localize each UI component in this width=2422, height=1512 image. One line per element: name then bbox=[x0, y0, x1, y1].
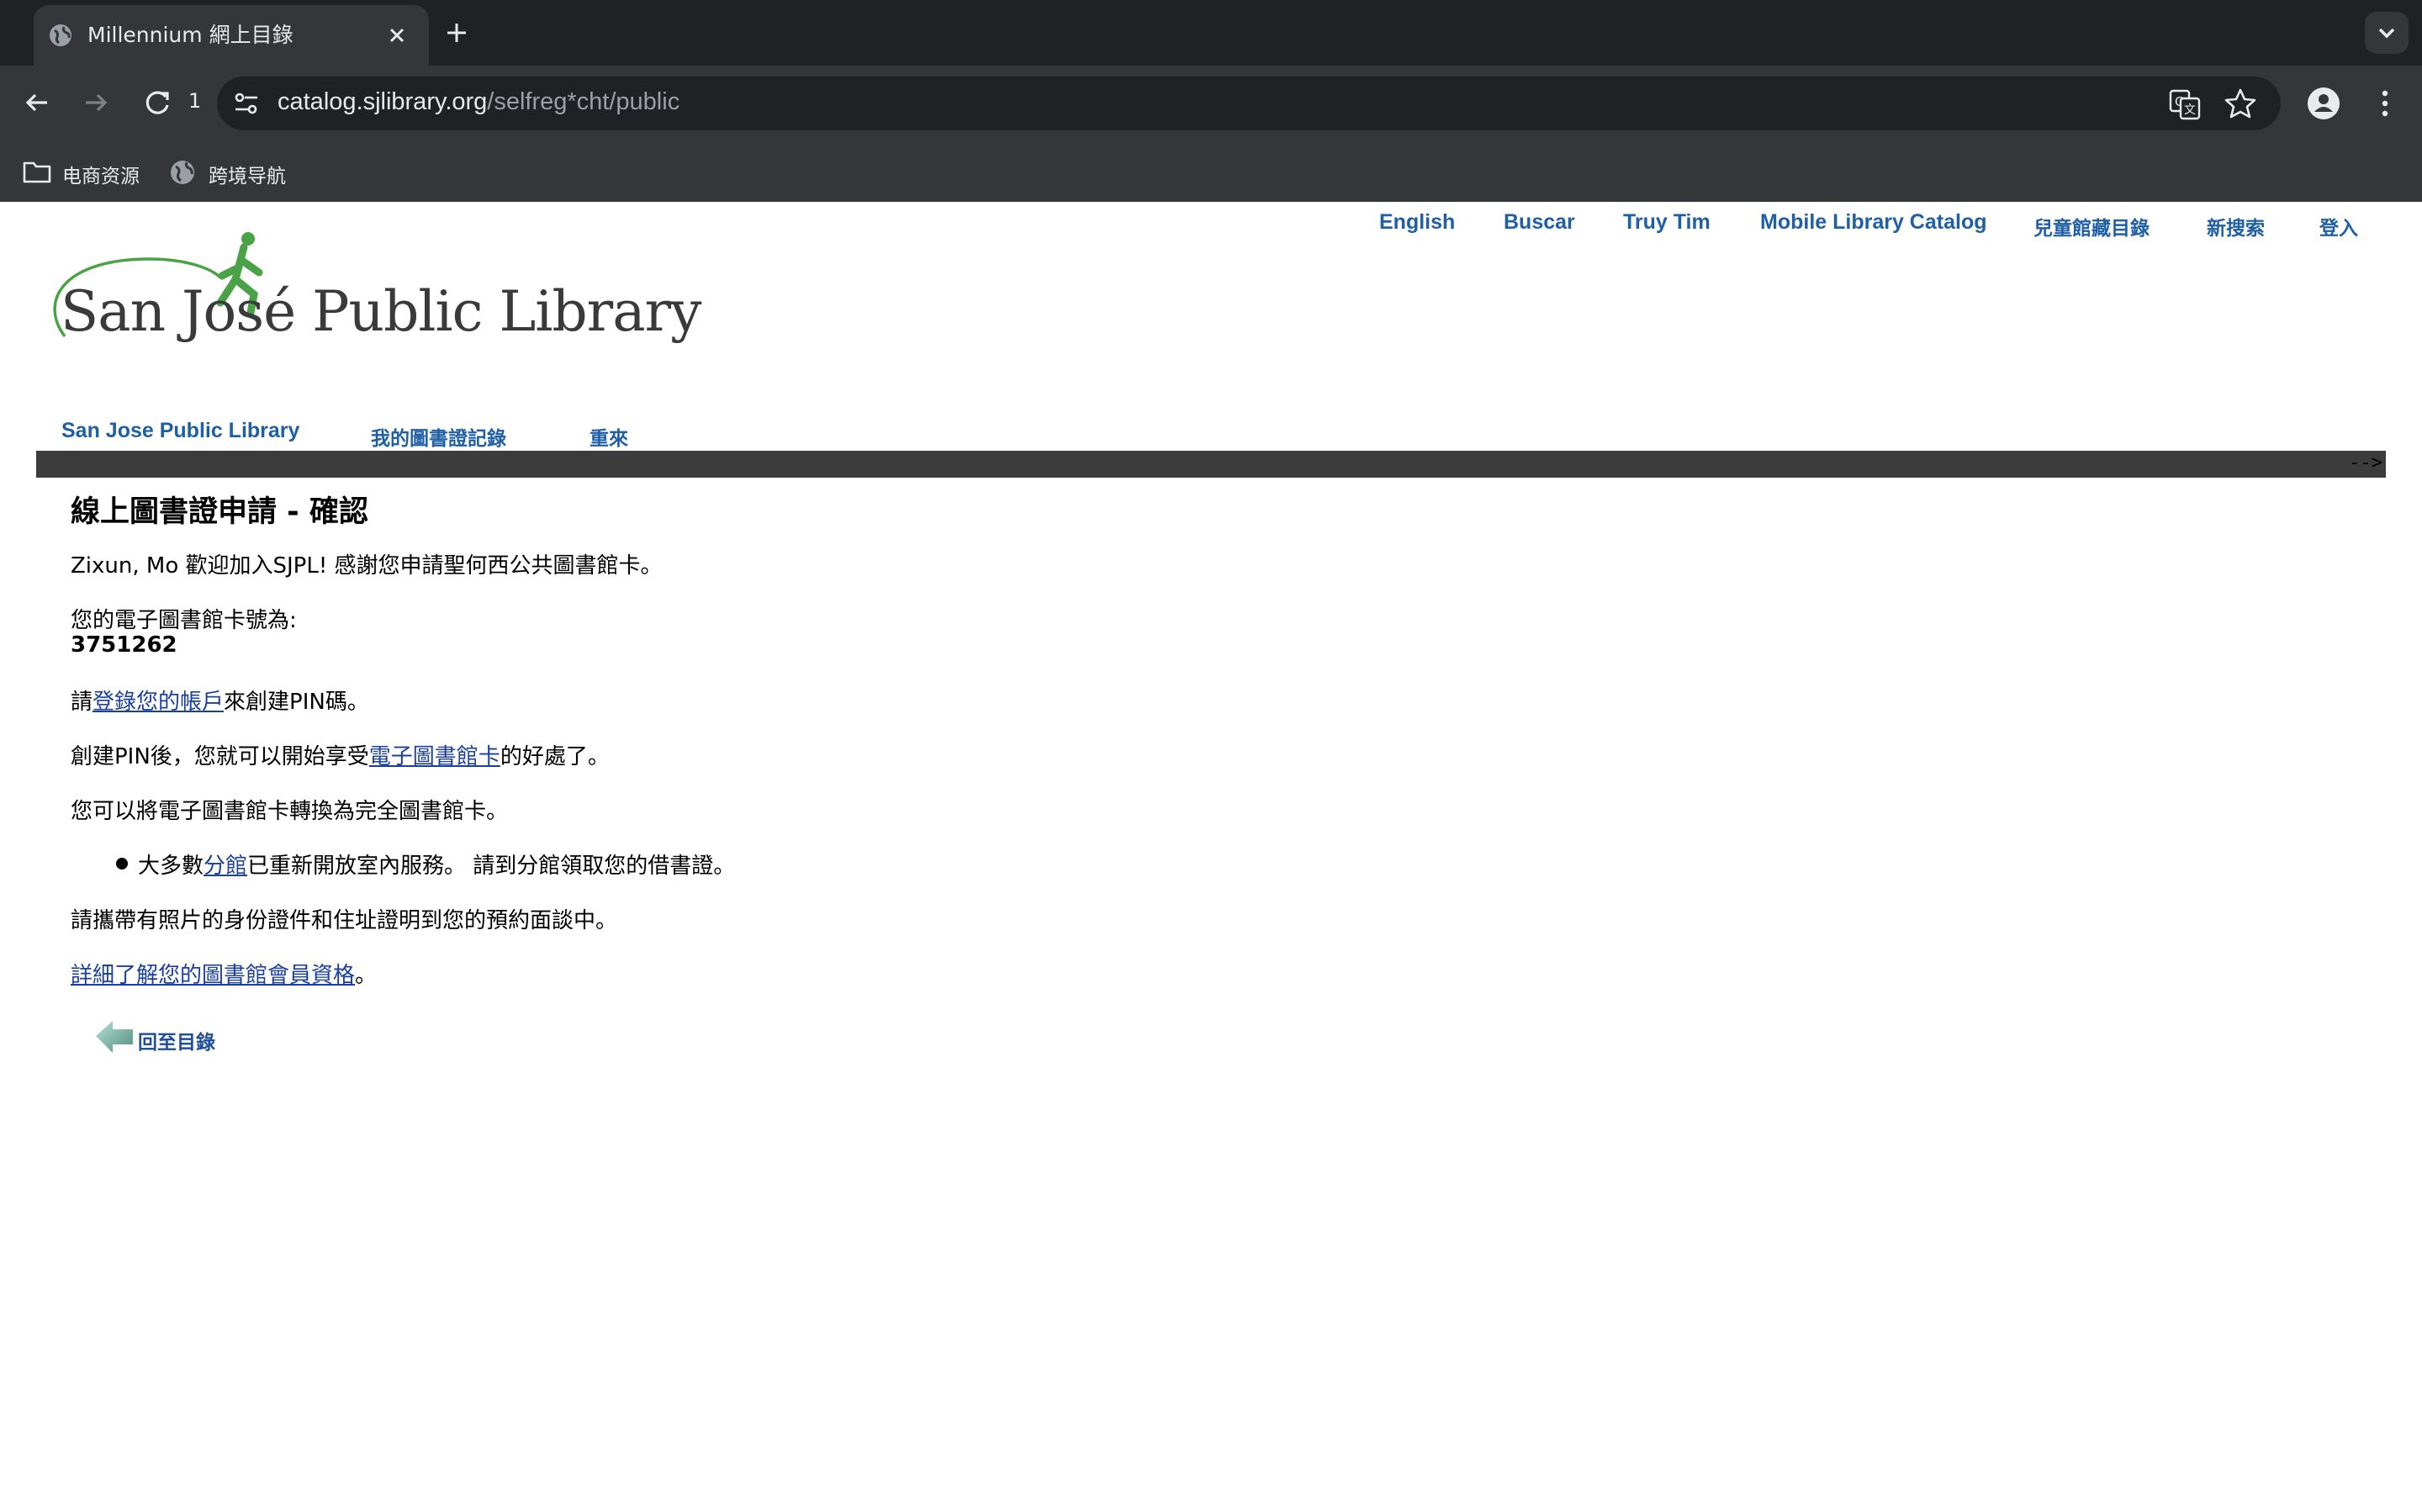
nav-divider-bar: --> bbox=[36, 451, 2386, 478]
bullet-post: 已重新開放室內服務。 請到分館領取您的借書證。 bbox=[247, 854, 736, 879]
login-account-link[interactable]: 登錄您的帳戶 bbox=[93, 690, 224, 715]
bring-docs-text: 請攜帶有照片的身份證件和住址證明到您的預約面談中。 bbox=[71, 908, 618, 933]
nav-link-start-over[interactable]: 重來 bbox=[590, 422, 628, 451]
svg-text:文: 文 bbox=[2184, 103, 2196, 117]
logo-text: San José Public Library bbox=[61, 279, 701, 344]
new-tab-plus-icon[interactable] bbox=[439, 15, 474, 50]
url-host: catalog.sjlibrary.org bbox=[278, 88, 488, 115]
close-icon[interactable] bbox=[380, 19, 414, 52]
top-link-buscar[interactable]: Buscar bbox=[1504, 210, 1575, 235]
tab-search-button[interactable] bbox=[2365, 12, 2409, 54]
bookmark-item-kuajing[interactable]: 跨境导航 bbox=[168, 156, 311, 188]
tab-strip: Millennium 網上目錄 bbox=[0, 0, 2422, 66]
bookmarks-bar: 电商资源 跨境导航 bbox=[0, 141, 2422, 202]
pin-post: 來創建PIN碼。 bbox=[224, 690, 369, 715]
pin-pre: 請 bbox=[71, 690, 93, 715]
top-link-new-search[interactable]: 新搜索 bbox=[2207, 212, 2265, 241]
globe-icon bbox=[50, 24, 71, 46]
page-title: 線上圖書證申請 - 確認 bbox=[71, 495, 368, 529]
folder-icon bbox=[23, 161, 51, 183]
ecard-link[interactable]: 電子圖書館卡 bbox=[369, 744, 500, 769]
bullet-dot bbox=[116, 858, 128, 870]
nav-link-sjpl[interactable]: San Jose Public Library bbox=[61, 419, 299, 443]
top-link-childrens-catalog[interactable]: 兒童館藏目錄 bbox=[2033, 212, 2150, 241]
browser-tab[interactable]: Millennium 網上目錄 bbox=[34, 5, 429, 66]
learn-more-text: 詳細了解您的圖書館會員資格。 bbox=[71, 958, 377, 989]
card-number: 3751262 bbox=[71, 632, 177, 658]
browser-toolbar: 1 catalog.sjlibrary.org/selfreg*cht/publ… bbox=[0, 66, 2422, 141]
bar-marker: --> bbox=[2349, 452, 2382, 473]
back-arrow-icon bbox=[96, 1021, 133, 1053]
tab-title: Millennium 網上目錄 bbox=[87, 23, 293, 47]
convert-text: 您可以將電子圖書館卡轉換為完全圖書館卡。 bbox=[71, 799, 509, 824]
sjpl-logo[interactable]: San José Public Library bbox=[44, 227, 701, 370]
card-label: 您的電子圖書館卡號為: bbox=[71, 608, 297, 633]
enjoy-pre: 創建PIN後，您就可以開始享受 bbox=[71, 744, 369, 769]
reload-count: 1 bbox=[188, 89, 202, 113]
learn-more-post: 。 bbox=[355, 963, 378, 988]
nav-link-my-record[interactable]: 我的圖書證記錄 bbox=[371, 422, 506, 451]
membership-link[interactable]: 詳細了解您的圖書館會員資格 bbox=[71, 963, 355, 988]
translate-icon[interactable]: G 文 bbox=[2168, 88, 2202, 120]
url-path: /selfreg*cht/public bbox=[487, 88, 680, 115]
branches-link[interactable]: 分館 bbox=[204, 854, 247, 879]
back-arrow-icon[interactable] bbox=[17, 82, 57, 123]
top-link-mobile-catalog[interactable]: Mobile Library Catalog bbox=[1760, 210, 1986, 235]
top-link-login[interactable]: 登入 bbox=[2319, 212, 2358, 241]
kebab-menu-icon[interactable] bbox=[2372, 86, 2398, 121]
back-to-catalog-label: 回至目錄 bbox=[138, 1032, 215, 1054]
top-link-english[interactable]: English bbox=[1379, 210, 1455, 235]
welcome-text: Zixun, Mo 歡迎加入SJPL! 感謝您申請聖何西公共圖書館卡。 bbox=[71, 553, 663, 579]
web-page: San José Public Library English Buscar T… bbox=[0, 202, 2422, 1512]
enjoy-text: 創建PIN後，您就可以開始享受電子圖書館卡的好處了。 bbox=[71, 739, 610, 770]
globe-icon bbox=[171, 161, 194, 184]
branch-bullet-text: 大多數分館已重新開放室內服務。 請到分館領取您的借書證。 bbox=[138, 849, 735, 880]
pin-instruction: 請登錄您的帳戶來創建PIN碼。 bbox=[71, 685, 369, 716]
chevron-down-icon bbox=[2378, 28, 2395, 39]
forward-arrow-icon[interactable] bbox=[76, 82, 116, 123]
bookmark-star-icon[interactable] bbox=[2224, 87, 2257, 119]
bookmark-item-dianshang[interactable]: 电商资源 bbox=[22, 156, 165, 188]
site-settings-icon[interactable] bbox=[230, 88, 262, 119]
bookmark-label: 电商资源 bbox=[62, 166, 140, 188]
profile-avatar-icon[interactable] bbox=[2306, 86, 2341, 121]
bookmark-label: 跨境导航 bbox=[209, 166, 286, 188]
enjoy-post: 的好處了。 bbox=[500, 744, 610, 769]
reload-icon[interactable] bbox=[138, 82, 178, 123]
url-text: catalog.sjlibrary.org/selfreg*cht/public bbox=[278, 88, 680, 116]
bullet-pre: 大多數 bbox=[138, 854, 204, 879]
top-link-truy-tim[interactable]: Truy Tim bbox=[1623, 210, 1711, 235]
address-bar[interactable]: catalog.sjlibrary.org/selfreg*cht/public… bbox=[217, 77, 2281, 130]
